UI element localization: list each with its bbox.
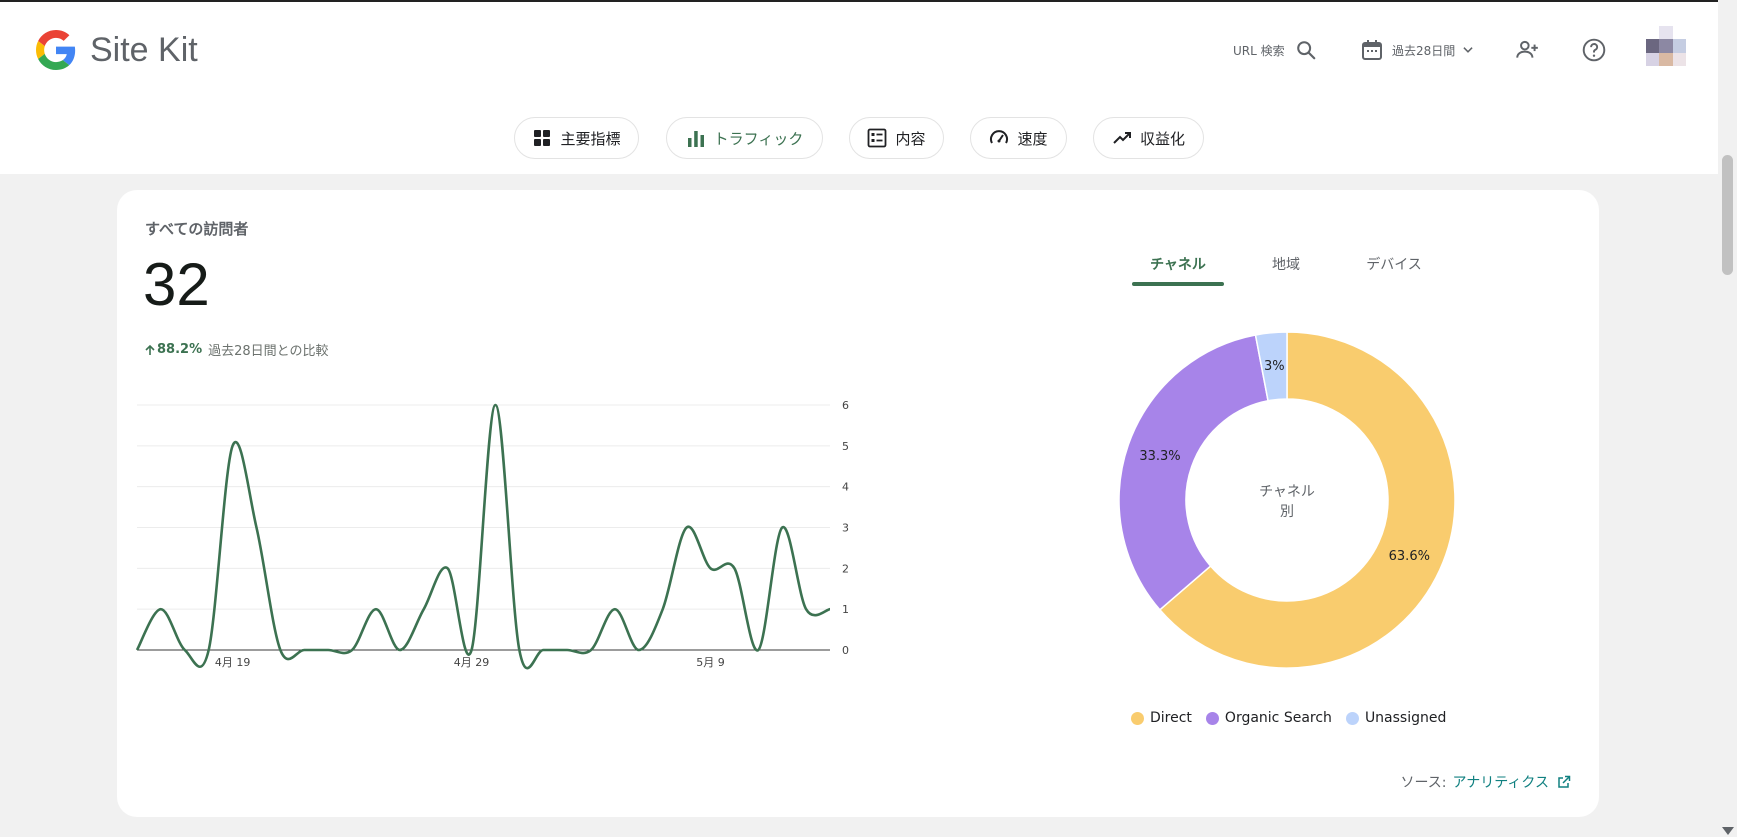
arrow-up-icon [145,344,155,355]
scroll-down-arrow[interactable] [1722,827,1734,835]
url-search-button[interactable]: URL 検索 [1233,24,1317,76]
source-attribution: ソース: アナリティクス [1401,772,1572,792]
x-tick-label: 4月 29 [454,656,490,669]
tab-device[interactable]: デバイス [1340,250,1448,286]
nav-tab-label: 速度 [1017,129,1048,148]
source-label: ソース: [1400,775,1447,791]
nav-tab-label: トラフィック [713,129,804,148]
date-range-selector[interactable]: 過去28日間 [1360,24,1475,76]
brand-name: Site Kit [90,30,198,69]
donut-slice-organic-search[interactable] [1118,334,1269,611]
list-icon [868,128,887,148]
nav-tab-traffic[interactable]: トラフィック [666,117,823,159]
google-g-icon [36,30,76,70]
tab-channel[interactable]: チャネル [1124,250,1232,286]
change-percent: 88.2% [157,342,203,357]
slice-label: 3% [1264,359,1285,374]
trending-up-icon [1113,132,1131,144]
breakdown-tabs: チャネル 地域 デバイス [1124,250,1448,286]
y-tick-label: 5 [842,440,849,453]
nav-tab-key-metrics[interactable]: 主要指標 [514,117,639,159]
legend-item-organic-search[interactable]: Organic Search [1205,710,1332,726]
widget-title: すべての訪問者 [145,220,249,238]
nav-tab-label: 主要指標 [560,129,621,148]
visitors-line-chart: 0 1 2 3 4 5 6 4月 19 4月 29 5月 9 [135,399,849,670]
slice-label: 33.3% [1139,449,1180,464]
y-tick-label: 3 [842,522,849,535]
all-visitors-widget: すべての訪問者 32 88.2% 過去28日間との比較 0 1 2 3 4 5 6 4月 19… [117,190,1599,817]
help-button[interactable] [1581,24,1607,76]
change-comparison-label: 過去28日間との比較 [208,344,329,359]
legend-item-unassigned[interactable]: Unassigned [1345,710,1447,726]
calendar-icon [1362,40,1382,60]
external-link-icon[interactable] [1557,775,1571,789]
legend-dot [1131,711,1144,725]
user-avatar[interactable] [1646,26,1686,66]
nav-tab-label: 収益化 [1139,129,1185,148]
add-user-button[interactable] [1514,24,1540,76]
donut-center-label: チャネル [1259,484,1315,500]
x-tick-label: 4月 19 [215,656,251,669]
analytics-link[interactable]: アナリティクス [1453,772,1549,792]
grid-icon [534,130,551,146]
bar-chart-icon [687,131,704,147]
site-header: Site Kit URL 検索 過去28日間 主要指標 トラフィック 内容 速度… [0,2,1718,174]
y-tick-label: 2 [842,562,849,575]
page-scrollbar[interactable] [1718,0,1737,837]
search-icon [1296,41,1315,60]
y-tick-label: 1 [842,603,849,616]
y-tick-label: 0 [842,644,849,657]
nav-tab-speed[interactable]: 速度 [970,117,1067,159]
site-kit-logo[interactable]: Site Kit [36,30,198,70]
legend-item-direct[interactable]: Direct [1131,710,1192,726]
change-indicator: 88.2% 過去28日間との比較 [144,340,329,359]
legend-label: Organic Search [1224,710,1332,726]
date-range-label: 過去28日間 [1392,43,1456,58]
legend-dot [1205,711,1219,725]
dashboard-nav: 主要指標 トラフィック 内容 速度 収益化 [0,117,1718,159]
scrollbar-thumb[interactable] [1722,155,1733,275]
x-tick-label: 5月 9 [696,656,725,669]
add-user-icon [1516,40,1538,58]
speedometer-icon [990,130,1009,144]
nav-tab-monetization[interactable]: 収益化 [1093,117,1204,159]
slice-label: 63.6% [1389,549,1430,564]
donut-center-label: 別 [1280,504,1294,520]
help-icon [1582,38,1606,62]
url-search-label: URL 検索 [1233,43,1285,58]
tab-region[interactable]: 地域 [1232,250,1340,286]
series-line-visitors[interactable] [135,403,831,670]
legend-dot [1345,711,1359,725]
visitor-count: 32 [143,251,210,318]
legend-label: Direct [1150,710,1192,726]
donut-legend: Direct Organic Search Unassigned [1131,710,1446,726]
channel-donut-chart: 63.6% 33.3% 3% チャネル別 [1118,331,1456,669]
legend-label: Unassigned [1364,710,1447,726]
nav-tab-content[interactable]: 内容 [849,117,944,159]
y-tick-label: 4 [842,481,849,494]
y-tick-label: 6 [842,399,849,412]
chevron-down-icon [1463,47,1473,53]
nav-tab-label: 内容 [895,129,926,148]
